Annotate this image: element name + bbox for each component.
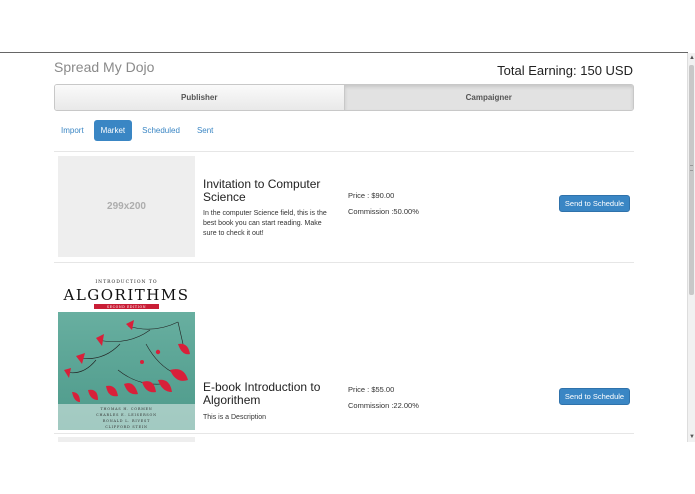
item-thumbnail-placeholder: 299x200	[58, 156, 195, 257]
vertical-scrollbar[interactable]: ▲ ▼	[687, 53, 695, 442]
placeholder-size-label: 299x200	[107, 201, 146, 212]
cover-title: ALGORITHMS	[62, 286, 189, 304]
scrollbar-thumb[interactable]	[689, 65, 694, 295]
cover-author: RONALD L. RIVEST	[103, 419, 150, 423]
item-title: Invitation to Computer Science	[203, 177, 321, 204]
tab-campaigner[interactable]: Campaigner	[344, 85, 633, 110]
scroll-up-arrow-icon[interactable]: ▲	[688, 53, 695, 63]
item-price: Price : $90.00	[348, 191, 395, 200]
item-commission: Commission :22.00%	[348, 401, 419, 410]
item-description: In the computer Science field, this is t…	[203, 210, 327, 237]
section-pills: Import Market Scheduled Sent	[54, 120, 223, 141]
send-to-schedule-button[interactable]: Send to Schedule	[559, 388, 630, 405]
pill-market[interactable]: Market	[93, 120, 133, 141]
scrollbar-grip-icon	[690, 165, 693, 171]
item-description: This is a Description	[203, 414, 267, 421]
cover-author: CLIFFORD STEIN	[105, 425, 148, 429]
brand-title[interactable]: Spread My Dojo	[54, 59, 154, 75]
list-item: INTRODUCTION TO ALGORITHMS SECOND EDITIO…	[54, 262, 634, 433]
item-commission: Commission :50.00%	[348, 207, 419, 216]
cover-author: THOMAS H. CORMEN	[100, 407, 152, 411]
book-cover-art: INTRODUCTION TO ALGORITHMS SECOND EDITIO…	[58, 274, 195, 430]
cover-edition: SECOND EDITION	[107, 305, 146, 309]
item-title: E-book Introduction to Algorithem	[203, 380, 321, 407]
pill-import[interactable]: Import	[54, 120, 91, 141]
cover-top-text: INTRODUCTION TO	[95, 279, 157, 285]
total-earning: Total Earning: 150 USD	[497, 63, 633, 78]
tab-publisher[interactable]: Publisher	[55, 85, 345, 110]
pill-sent[interactable]: Sent	[190, 120, 220, 141]
list-divider	[54, 433, 634, 434]
scroll-down-arrow-icon[interactable]: ▼	[688, 432, 695, 442]
role-tab-bar: Publisher Campaigner	[54, 84, 634, 111]
item-price: Price : $55.00	[348, 385, 395, 394]
send-to-schedule-button[interactable]: Send to Schedule	[559, 195, 630, 212]
list-item: 299x200 Invitation to Computer Science I…	[54, 151, 634, 262]
pill-scheduled[interactable]: Scheduled	[135, 120, 187, 141]
book-cover-image: INTRODUCTION TO ALGORITHMS SECOND EDITIO…	[58, 274, 195, 430]
cover-author: CHARLES E. LEISERSON	[96, 413, 157, 417]
bottom-blank-area	[0, 442, 695, 494]
top-blank-area	[0, 0, 695, 52]
page-viewport: Spread My Dojo Total Earning: 150 USD Pu…	[0, 53, 687, 442]
